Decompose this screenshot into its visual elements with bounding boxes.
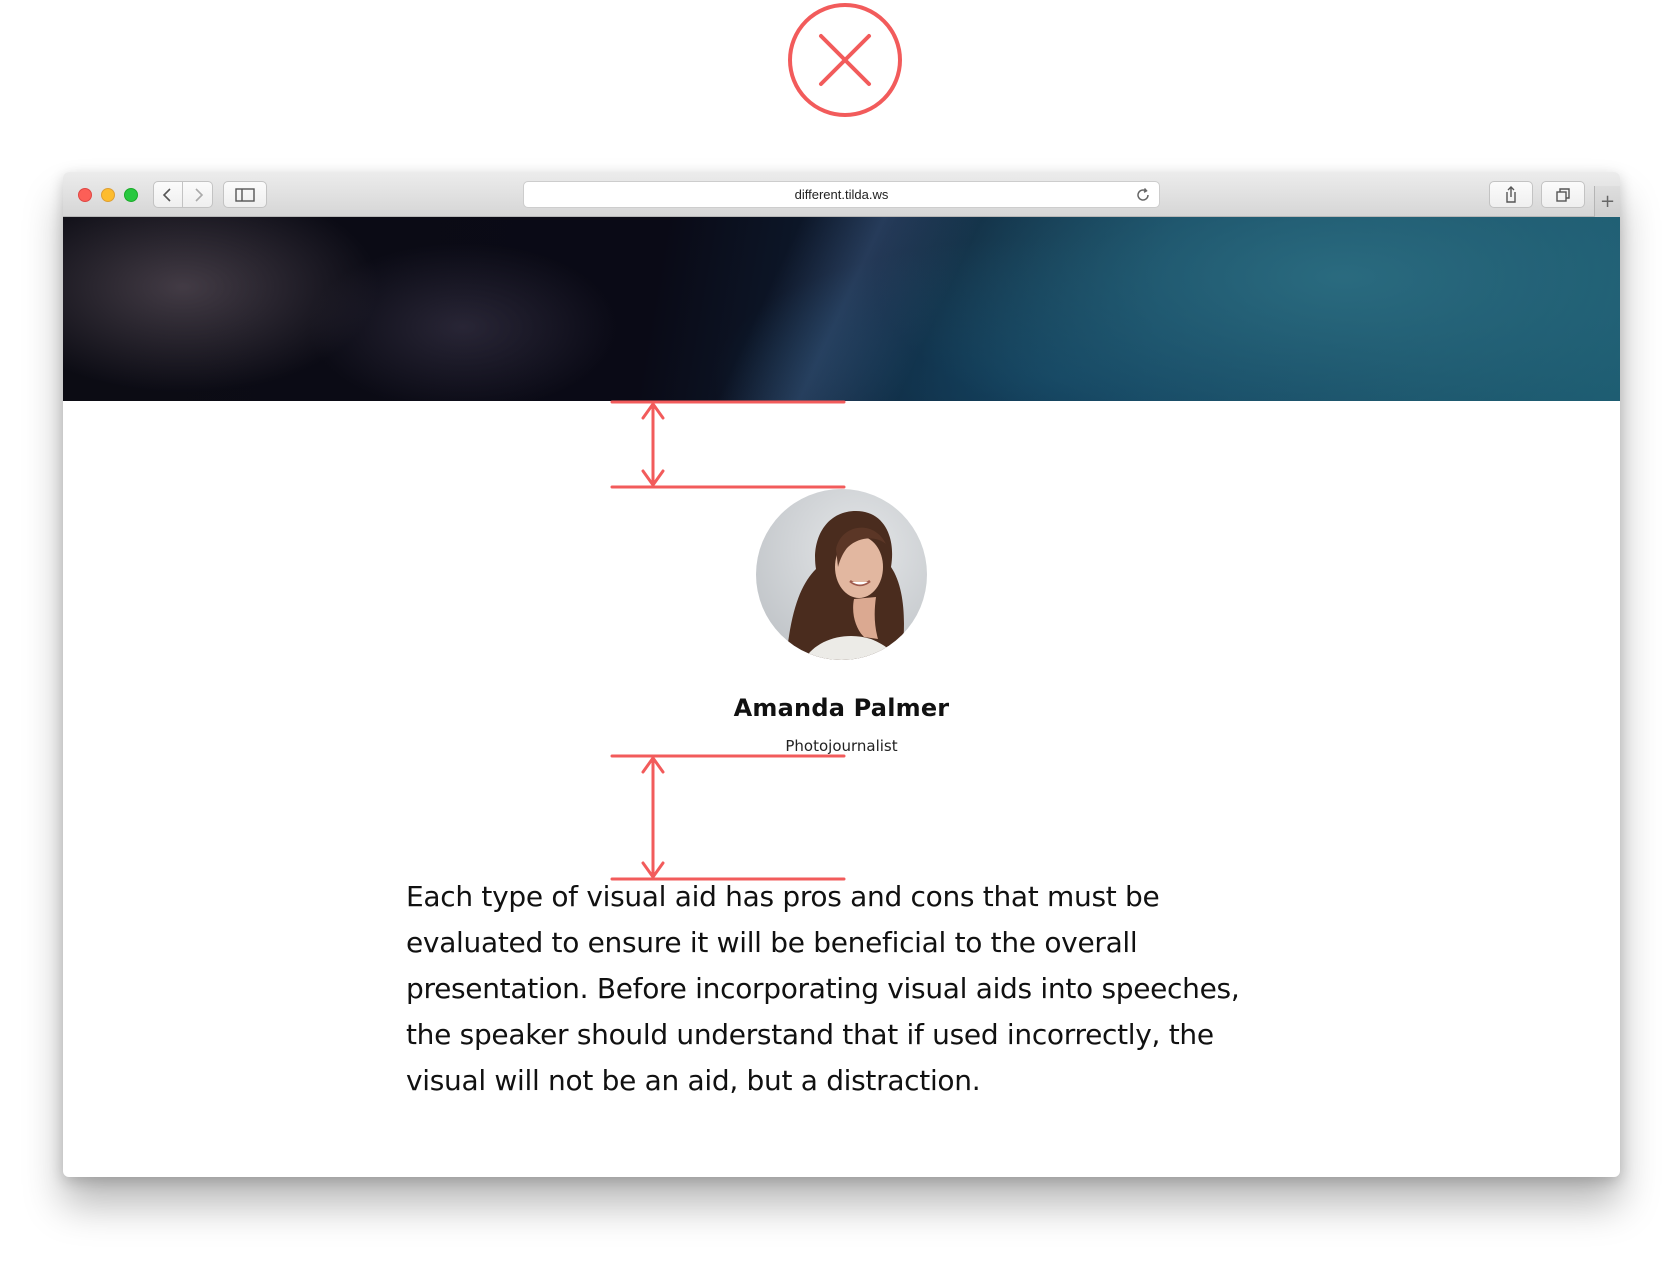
- address-bar[interactable]: different.tilda.ws: [523, 181, 1160, 208]
- share-button[interactable]: [1489, 181, 1533, 208]
- body-paragraph: Each type of visual aid has pros and con…: [406, 880, 1240, 1097]
- maximize-window-button[interactable]: [124, 188, 138, 202]
- close-window-button[interactable]: [78, 188, 92, 202]
- back-button[interactable]: [153, 181, 183, 208]
- profile-role: Photojournalist: [785, 737, 898, 755]
- forward-button[interactable]: [183, 181, 213, 208]
- show-tabs-button[interactable]: [1541, 181, 1585, 208]
- browser-toolbar: different.tilda.ws +: [63, 172, 1620, 217]
- x-circle-icon: [788, 3, 902, 117]
- minimize-window-button[interactable]: [101, 188, 115, 202]
- hero-image-overlay: [63, 217, 1620, 401]
- reload-icon[interactable]: [1135, 187, 1151, 203]
- share-icon: [1506, 185, 1516, 203]
- new-tab-button[interactable]: +: [1594, 186, 1620, 217]
- profile-name: Amanda Palmer: [733, 694, 950, 722]
- url-text: different.tilda.ws: [794, 187, 889, 202]
- avatar-photo: [756, 489, 927, 660]
- avatar: [756, 489, 927, 660]
- sidebar-button[interactable]: [223, 181, 267, 208]
- chevron-left-icon: [162, 187, 171, 202]
- chevron-right-icon: [194, 187, 203, 202]
- tabs-icon: [1556, 187, 1570, 202]
- sidebar-icon: [235, 187, 255, 202]
- browser-window: different.tilda.ws + Amanda Palmer Photo…: [63, 172, 1620, 1177]
